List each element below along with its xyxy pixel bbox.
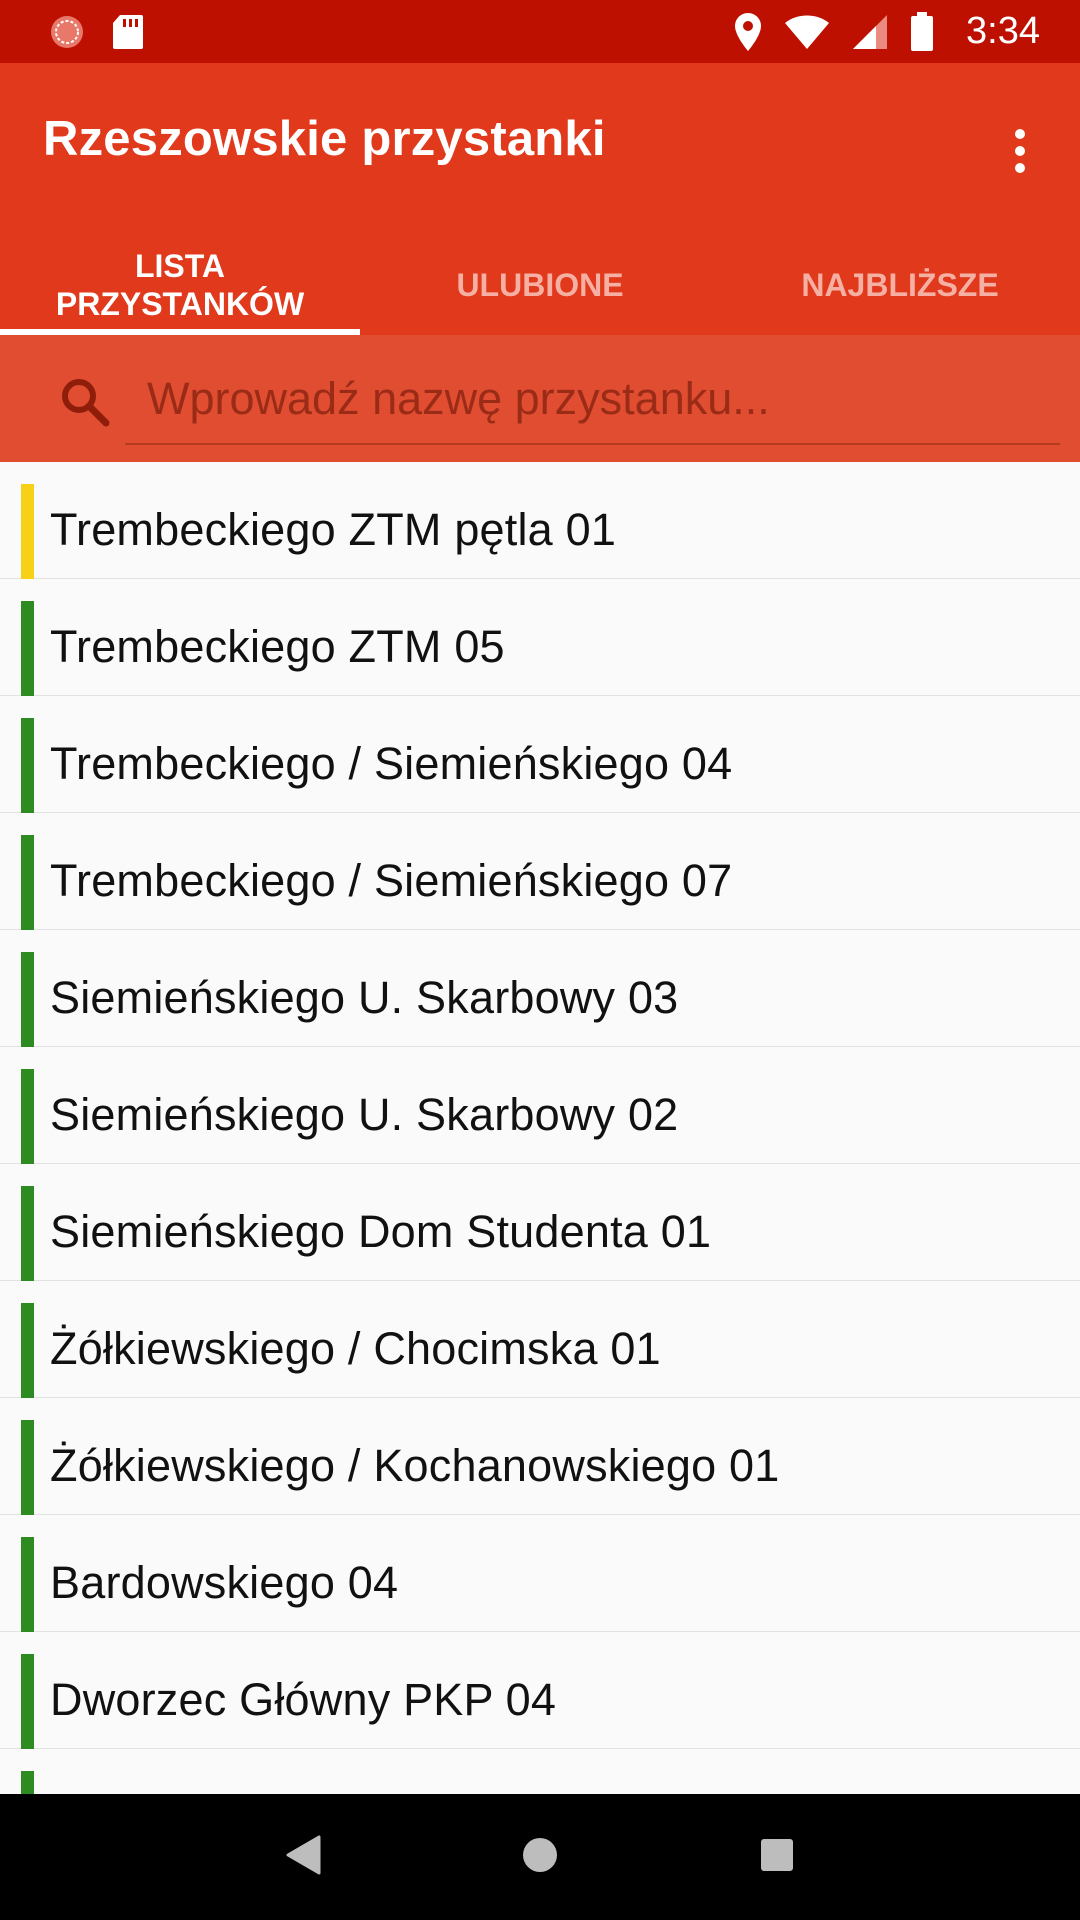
overflow-menu-button[interactable] bbox=[984, 103, 1056, 203]
wifi-icon bbox=[784, 14, 830, 50]
stop-color-indicator bbox=[21, 1537, 34, 1643]
app-bar: Rzeszowskie przystanki LISTA PRZYSTANKÓW… bbox=[0, 63, 1080, 335]
stop-list-item[interactable]: Siemieńskiego U. Skarbowy 03 bbox=[0, 930, 1080, 1058]
status-bar: 3:34 bbox=[0, 0, 1080, 63]
stop-color-indicator bbox=[21, 835, 34, 941]
recents-icon bbox=[760, 1838, 794, 1877]
stop-list-item[interactable]: Siemieńskiego U. Skarbowy 02 bbox=[0, 1047, 1080, 1175]
stop-list-item[interactable]: Siemieńskiego Dom Studenta 01 bbox=[0, 1164, 1080, 1292]
stop-list-item[interactable]: Trembeckiego / Siemieńskiego 04 bbox=[0, 696, 1080, 824]
home-icon bbox=[521, 1836, 559, 1879]
search-icon[interactable] bbox=[58, 375, 112, 429]
stop-list: Trembeckiego ZTM pętla 01 Trembeckiego ZT… bbox=[0, 462, 1080, 1794]
status-right: 3:34 bbox=[734, 10, 1040, 53]
stop-color-indicator bbox=[21, 1186, 34, 1292]
tab-label: NAJBLIŻSZE bbox=[801, 267, 999, 303]
home-button[interactable] bbox=[500, 1817, 580, 1897]
stop-name: Trembeckiego ZTM 05 bbox=[50, 620, 505, 672]
app-title: Rzeszowskie przystanki bbox=[43, 112, 606, 166]
stop-list-item[interactable]: Dworzec Główny PKP 04 bbox=[0, 1632, 1080, 1760]
stop-name: Trembeckiego / Siemieńskiego 04 bbox=[50, 737, 733, 789]
stop-name: Siemieńskiego U. Skarbowy 02 bbox=[50, 1088, 679, 1140]
stop-name: Bardowskiego 04 bbox=[50, 1556, 399, 1608]
status-time: 3:34 bbox=[966, 10, 1040, 52]
more-vert-icon bbox=[1012, 128, 1028, 179]
stop-list-item[interactable] bbox=[0, 1749, 1080, 1794]
stop-name: Siemieńskiego Dom Studenta 01 bbox=[50, 1205, 712, 1257]
tab-label: ULUBIONE bbox=[456, 267, 624, 303]
navigation-bar bbox=[0, 1794, 1080, 1920]
stop-color-indicator bbox=[21, 1654, 34, 1760]
stop-list-item[interactable]: Trembeckiego ZTM pętla 01 bbox=[0, 462, 1080, 590]
stop-name: Siemieńskiego U. Skarbowy 03 bbox=[50, 971, 679, 1023]
tab-ulubione[interactable]: ULUBIONE bbox=[360, 235, 720, 335]
back-button[interactable] bbox=[263, 1817, 343, 1897]
recents-button[interactable] bbox=[737, 1817, 817, 1897]
stop-color-indicator bbox=[21, 484, 34, 590]
stop-color-indicator bbox=[21, 952, 34, 1058]
search-bar bbox=[0, 335, 1080, 462]
search-input[interactable] bbox=[125, 355, 1060, 445]
stop-list-item[interactable]: Trembeckiego ZTM 05 bbox=[0, 579, 1080, 707]
sd-card-icon bbox=[112, 13, 144, 51]
battery-icon bbox=[910, 11, 934, 52]
tab-najblizsze[interactable]: NAJBLIŻSZE bbox=[720, 235, 1080, 335]
stop-name: Żółkiewskiego / Chocimska 01 bbox=[50, 1322, 661, 1374]
stop-color-indicator bbox=[21, 718, 34, 824]
tab-label-line2: PRZYSTANKÓW bbox=[55, 286, 305, 322]
stop-list-item[interactable]: Żółkiewskiego / Kochanowskiego 01 bbox=[0, 1398, 1080, 1526]
stop-color-indicator bbox=[21, 1303, 34, 1409]
stop-name: Żółkiewskiego / Kochanowskiego 01 bbox=[50, 1439, 780, 1491]
back-icon bbox=[285, 1835, 321, 1880]
location-pin-icon bbox=[734, 12, 762, 52]
tab-lista-przystankow[interactable]: LISTA PRZYSTANKÓW bbox=[0, 235, 360, 335]
stop-name: Dworzec Główny PKP 04 bbox=[50, 1673, 557, 1725]
stop-color-indicator bbox=[21, 1771, 34, 1794]
stop-name: Trembeckiego / Siemieńskiego 07 bbox=[50, 854, 733, 906]
stop-color-indicator bbox=[21, 1420, 34, 1526]
stop-list-item[interactable]: Trembeckiego / Siemieńskiego 07 bbox=[0, 813, 1080, 941]
status-left bbox=[48, 13, 144, 51]
cell-signal-icon bbox=[852, 14, 888, 50]
tab-bar: LISTA PRZYSTANKÓW ULUBIONE NAJBLIŻSZE bbox=[0, 235, 1080, 335]
stop-color-indicator bbox=[21, 1069, 34, 1175]
stop-list-item[interactable]: Żółkiewskiego / Chocimska 01 bbox=[0, 1281, 1080, 1409]
tab-label-line1: LISTA bbox=[134, 248, 226, 284]
screen: 3:34 Rzeszowskie przystanki LISTA PRZYST… bbox=[0, 0, 1080, 1920]
stop-color-indicator bbox=[21, 601, 34, 707]
notification-circle-icon bbox=[48, 13, 86, 51]
stop-name: Trembeckiego ZTM pętla 01 bbox=[50, 503, 617, 555]
stop-list-item[interactable]: Bardowskiego 04 bbox=[0, 1515, 1080, 1643]
